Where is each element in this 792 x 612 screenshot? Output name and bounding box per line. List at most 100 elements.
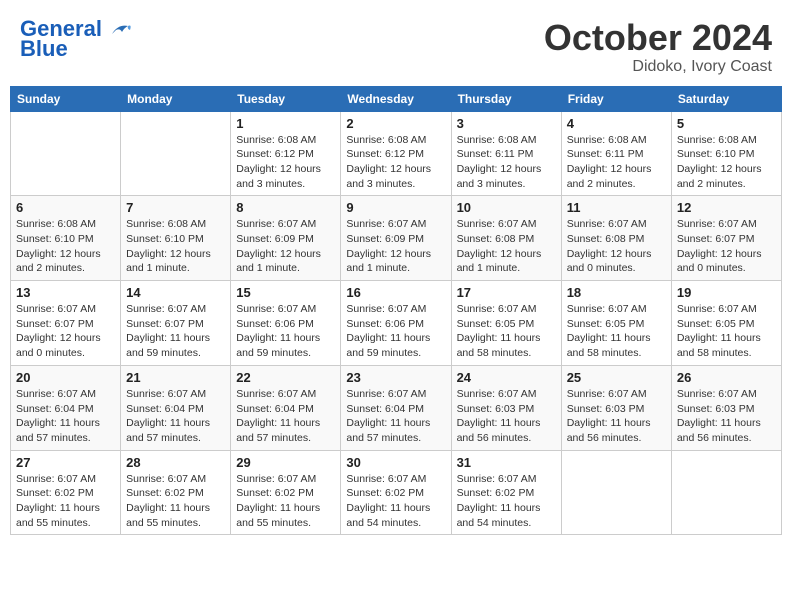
calendar-cell: 29Sunrise: 6:07 AMSunset: 6:02 PMDayligh…	[231, 450, 341, 535]
day-info: Sunrise: 6:07 AMSunset: 6:05 PMDaylight:…	[457, 302, 556, 361]
day-number: 31	[457, 455, 556, 470]
day-number: 16	[346, 285, 445, 300]
day-info: Sunrise: 6:07 AMSunset: 6:06 PMDaylight:…	[236, 302, 335, 361]
logo: General Blue	[20, 18, 132, 60]
title-block: October 2024 Didoko, Ivory Coast	[544, 18, 772, 76]
calendar-cell: 5 Sunrise: 6:08 AMSunset: 6:10 PMDaylight…	[671, 111, 781, 196]
day-number: 17	[457, 285, 556, 300]
calendar-cell: 28 Sunrise: 6:07 AMSunset: 6:02 PMDayligh…	[121, 450, 231, 535]
page-header: General Blue October 2024 Didoko, Ivory …	[10, 10, 782, 80]
location-subtitle: Didoko, Ivory Coast	[544, 58, 772, 76]
calendar-cell: 26 Sunrise: 6:07 AMSunset: 6:03 PMDayligh…	[671, 365, 781, 450]
calendar-cell: 2 Sunrise: 6:08 AMSunset: 6:12 PMDaylight…	[341, 111, 451, 196]
calendar-week-row: 1 Sunrise: 6:08 AMSunset: 6:12 PMDaylight…	[11, 111, 782, 196]
calendar-cell: 20 Sunrise: 6:07 AMSunset: 6:04 PMDayligh…	[11, 365, 121, 450]
calendar-cell: 7Sunrise: 6:08 AMSunset: 6:10 PMDaylight…	[121, 196, 231, 281]
day-info: Sunrise: 6:07 AMSunset: 6:07 PMDaylight:…	[677, 217, 776, 276]
day-info: Sunrise: 6:07 AMSunset: 6:03 PMDaylight:…	[457, 387, 556, 446]
day-number: 23	[346, 370, 445, 385]
calendar-cell: 14Sunrise: 6:07 AMSunset: 6:07 PMDayligh…	[121, 281, 231, 366]
day-info: Sunrise: 6:07 AMSunset: 6:03 PMDaylight:…	[567, 387, 666, 446]
day-number: 12	[677, 200, 776, 215]
day-info: Sunrise: 6:07 AMSunset: 6:02 PMDaylight:…	[346, 472, 445, 531]
day-number: 19	[677, 285, 776, 300]
day-number: 20	[16, 370, 115, 385]
calendar-cell	[671, 450, 781, 535]
calendar-table: SundayMondayTuesdayWednesdayThursdayFrid…	[10, 86, 782, 536]
day-info: Sunrise: 6:08 AMSunset: 6:12 PMDaylight:…	[346, 133, 445, 192]
day-info: Sunrise: 6:07 AMSunset: 6:04 PMDaylight:…	[346, 387, 445, 446]
day-info: Sunrise: 6:07 AMSunset: 6:09 PMDaylight:…	[236, 217, 335, 276]
day-info: Sunrise: 6:07 AMSunset: 6:05 PMDaylight:…	[677, 302, 776, 361]
day-info: Sunrise: 6:07 AMSunset: 6:02 PMDaylight:…	[457, 472, 556, 531]
calendar-cell	[121, 111, 231, 196]
calendar-cell: 8Sunrise: 6:07 AMSunset: 6:09 PMDaylight…	[231, 196, 341, 281]
calendar-cell: 23 Sunrise: 6:07 AMSunset: 6:04 PMDayligh…	[341, 365, 451, 450]
calendar-cell: 3Sunrise: 6:08 AMSunset: 6:11 PMDaylight…	[451, 111, 561, 196]
day-number: 24	[457, 370, 556, 385]
calendar-week-row: 20 Sunrise: 6:07 AMSunset: 6:04 PMDayligh…	[11, 365, 782, 450]
day-number: 5	[677, 116, 776, 131]
day-number: 25	[567, 370, 666, 385]
day-number: 6	[16, 200, 115, 215]
calendar-cell: 17 Sunrise: 6:07 AMSunset: 6:05 PMDayligh…	[451, 281, 561, 366]
day-number: 4	[567, 116, 666, 131]
weekday-header-monday: Monday	[121, 86, 231, 111]
day-info: Sunrise: 6:07 AMSunset: 6:08 PMDaylight:…	[567, 217, 666, 276]
calendar-cell: 13Sunrise: 6:07 AMSunset: 6:07 PMDayligh…	[11, 281, 121, 366]
weekday-header-sunday: Sunday	[11, 86, 121, 111]
calendar-cell: 15Sunrise: 6:07 AMSunset: 6:06 PMDayligh…	[231, 281, 341, 366]
weekday-header-row: SundayMondayTuesdayWednesdayThursdayFrid…	[11, 86, 782, 111]
weekday-header-wednesday: Wednesday	[341, 86, 451, 111]
day-number: 27	[16, 455, 115, 470]
calendar-cell: 18Sunrise: 6:07 AMSunset: 6:05 PMDayligh…	[561, 281, 671, 366]
weekday-header-friday: Friday	[561, 86, 671, 111]
day-info: Sunrise: 6:07 AMSunset: 6:07 PMDaylight:…	[126, 302, 225, 361]
day-number: 7	[126, 200, 225, 215]
weekday-header-tuesday: Tuesday	[231, 86, 341, 111]
calendar-cell: 30Sunrise: 6:07 AMSunset: 6:02 PMDayligh…	[341, 450, 451, 535]
calendar-cell	[11, 111, 121, 196]
calendar-cell: 25 Sunrise: 6:07 AMSunset: 6:03 PMDayligh…	[561, 365, 671, 450]
day-number: 1	[236, 116, 335, 131]
day-info: Sunrise: 6:07 AMSunset: 6:07 PMDaylight:…	[16, 302, 115, 361]
calendar-cell: 24 Sunrise: 6:07 AMSunset: 6:03 PMDayligh…	[451, 365, 561, 450]
calendar-cell: 12 Sunrise: 6:07 AMSunset: 6:07 PMDayligh…	[671, 196, 781, 281]
calendar-cell: 31 Sunrise: 6:07 AMSunset: 6:02 PMDayligh…	[451, 450, 561, 535]
day-number: 10	[457, 200, 556, 215]
month-year-title: October 2024	[544, 18, 772, 58]
calendar-cell: 11 Sunrise: 6:07 AMSunset: 6:08 PMDayligh…	[561, 196, 671, 281]
calendar-week-row: 6 Sunrise: 6:08 AMSunset: 6:10 PMDaylight…	[11, 196, 782, 281]
day-info: Sunrise: 6:08 AMSunset: 6:10 PMDaylight:…	[16, 217, 115, 276]
day-number: 26	[677, 370, 776, 385]
calendar-week-row: 13Sunrise: 6:07 AMSunset: 6:07 PMDayligh…	[11, 281, 782, 366]
calendar-cell: 21 Sunrise: 6:07 AMSunset: 6:04 PMDayligh…	[121, 365, 231, 450]
day-info: Sunrise: 6:07 AMSunset: 6:09 PMDaylight:…	[346, 217, 445, 276]
calendar-week-row: 27 Sunrise: 6:07 AMSunset: 6:02 PMDayligh…	[11, 450, 782, 535]
day-info: Sunrise: 6:07 AMSunset: 6:02 PMDaylight:…	[236, 472, 335, 531]
day-info: Sunrise: 6:08 AMSunset: 6:11 PMDaylight:…	[567, 133, 666, 192]
day-number: 2	[346, 116, 445, 131]
day-number: 11	[567, 200, 666, 215]
calendar-cell: 19 Sunrise: 6:07 AMSunset: 6:05 PMDayligh…	[671, 281, 781, 366]
day-info: Sunrise: 6:07 AMSunset: 6:06 PMDaylight:…	[346, 302, 445, 361]
calendar-cell: 1 Sunrise: 6:08 AMSunset: 6:12 PMDaylight…	[231, 111, 341, 196]
day-info: Sunrise: 6:08 AMSunset: 6:10 PMDaylight:…	[677, 133, 776, 192]
day-number: 18	[567, 285, 666, 300]
calendar-cell: 10Sunrise: 6:07 AMSunset: 6:08 PMDayligh…	[451, 196, 561, 281]
calendar-cell: 16 Sunrise: 6:07 AMSunset: 6:06 PMDayligh…	[341, 281, 451, 366]
logo-bird-icon	[110, 22, 132, 38]
day-info: Sunrise: 6:07 AMSunset: 6:04 PMDaylight:…	[126, 387, 225, 446]
day-number: 21	[126, 370, 225, 385]
day-info: Sunrise: 6:07 AMSunset: 6:04 PMDaylight:…	[236, 387, 335, 446]
day-info: Sunrise: 6:07 AMSunset: 6:04 PMDaylight:…	[16, 387, 115, 446]
calendar-cell: 27Sunrise: 6:07 AMSunset: 6:02 PMDayligh…	[11, 450, 121, 535]
day-info: Sunrise: 6:08 AMSunset: 6:12 PMDaylight:…	[236, 133, 335, 192]
day-number: 3	[457, 116, 556, 131]
day-info: Sunrise: 6:07 AMSunset: 6:03 PMDaylight:…	[677, 387, 776, 446]
day-info: Sunrise: 6:07 AMSunset: 6:02 PMDaylight:…	[126, 472, 225, 531]
calendar-cell	[561, 450, 671, 535]
calendar-cell: 4 Sunrise: 6:08 AMSunset: 6:11 PMDaylight…	[561, 111, 671, 196]
day-number: 28	[126, 455, 225, 470]
weekday-header-saturday: Saturday	[671, 86, 781, 111]
